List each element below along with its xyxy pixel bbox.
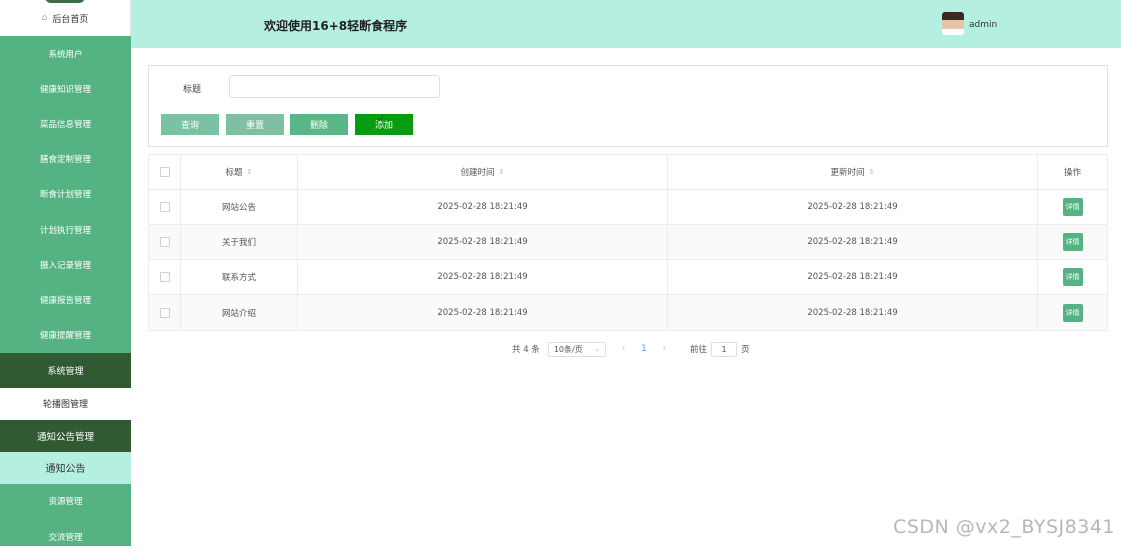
sidebar-item-health-reminders[interactable]: 健康提醒管理 — [0, 318, 131, 353]
next-page-icon[interactable]: › — [663, 344, 666, 354]
detail-button[interactable]: 详情 — [1062, 233, 1083, 251]
title-search-input[interactable] — [229, 75, 440, 98]
sidebar-item-health-knowledge[interactable]: 健康知识管理 — [0, 71, 131, 106]
sidebar-item-notice-management[interactable]: 通知公告管理 — [0, 419, 131, 452]
add-button[interactable]: 添加 — [355, 114, 413, 135]
sidebar-item-notices[interactable]: 通知公告 — [0, 451, 131, 484]
detail-button[interactable]: 详情 — [1062, 268, 1083, 286]
sort-icon[interactable]: ⇕ — [869, 168, 875, 176]
page-size-select[interactable]: 10条/页 ⌄ — [547, 341, 606, 357]
row-checkbox[interactable] — [159, 307, 170, 318]
cell-updated: 2025-02-28 18:21:49 — [668, 190, 1038, 224]
pagination: 共 4 条 10条/页 ⌄ ‹ 1 › 前往 1 页 — [512, 341, 750, 357]
column-header-title[interactable]: 标题 ⇕ — [181, 155, 298, 189]
chevron-down-icon: ⌄ — [593, 345, 600, 353]
sidebar-home-label: 后台首页 — [52, 14, 89, 25]
header: 欢迎使用16+8轻断食程序 admin — [131, 0, 1121, 48]
cell-created: 2025-02-28 18:21:49 — [298, 225, 668, 259]
table-row: 网站介绍 2025-02-28 18:21:49 2025-02-28 18:2… — [149, 295, 1107, 330]
select-all-checkbox[interactable] — [159, 167, 170, 177]
sort-icon[interactable]: ⇕ — [499, 168, 505, 176]
table-row: 联系方式 2025-02-28 18:21:49 2025-02-28 18:2… — [149, 260, 1107, 295]
goto-suffix: 页 — [741, 345, 750, 355]
cell-title: 联系方式 — [181, 260, 298, 294]
table-row: 网站公告 2025-02-28 18:21:49 2025-02-28 18:2… — [149, 190, 1107, 225]
cell-title: 网站介绍 — [181, 295, 298, 330]
sidebar-item-communication[interactable]: 交流管理 — [0, 519, 131, 554]
sidebar-item-dish-info[interactable]: 菜品信息管理 — [0, 106, 131, 141]
pagination-total: 共 4 条 — [512, 345, 540, 355]
row-checkbox[interactable] — [159, 202, 170, 212]
column-header-updated[interactable]: 更新时间 ⇕ — [668, 155, 1038, 189]
sidebar-item-plan-execution[interactable]: 计划执行管理 — [0, 212, 131, 247]
query-button[interactable]: 查询 — [161, 114, 219, 135]
watermark: CSDN @vx2_BYSJ8341 — [893, 516, 1115, 538]
cell-created: 2025-02-28 18:21:49 — [298, 190, 668, 224]
row-checkbox[interactable] — [159, 237, 170, 247]
sidebar-home[interactable]: ⌂ 后台首页 — [0, 0, 131, 36]
cell-title: 网站公告 — [181, 190, 298, 224]
sidebar-item-diet-custom[interactable]: 膳食定制管理 — [0, 142, 131, 177]
detail-button[interactable]: 详情 — [1062, 198, 1083, 216]
cell-title: 关于我们 — [181, 225, 298, 259]
row-checkbox[interactable] — [159, 272, 170, 282]
reset-button[interactable]: 重置 — [226, 114, 284, 135]
goto-page-input[interactable]: 1 — [711, 341, 738, 357]
search-panel: 标题 查询 重置 删除 添加 — [148, 65, 1108, 147]
goto-label: 前往 — [690, 345, 708, 355]
sidebar-item-resources[interactable]: 资源管理 — [0, 484, 131, 519]
username[interactable]: admin — [969, 20, 997, 30]
table-header: 标题 ⇕ 创建时间 ⇕ 更新时间 ⇕ 操作 — [149, 155, 1107, 190]
sidebar-item-system-users[interactable]: 系统用户 — [0, 36, 131, 71]
sidebar-item-intake-records[interactable]: 摄入记录管理 — [0, 247, 131, 282]
detail-button[interactable]: 详情 — [1062, 303, 1083, 322]
sort-icon[interactable]: ⇕ — [247, 168, 253, 176]
column-header-action: 操作 — [1063, 168, 1081, 178]
cell-updated: 2025-02-28 18:21:49 — [668, 295, 1038, 330]
page-title: 欢迎使用16+8轻断食程序 — [264, 19, 408, 33]
cell-created: 2025-02-28 18:21:49 — [298, 260, 668, 294]
logo — [45, 0, 85, 3]
sidebar: ⌂ 后台首页 系统用户 健康知识管理 菜品信息管理 膳食定制管理 断食计划管理 … — [0, 0, 131, 546]
prev-page-icon[interactable]: ‹ — [622, 344, 625, 354]
delete-button[interactable]: 删除 — [290, 114, 348, 135]
sidebar-item-system-management[interactable]: 系统管理 — [0, 352, 131, 388]
cell-updated: 2025-02-28 18:21:49 — [668, 260, 1038, 294]
sidebar-item-carousel[interactable]: 轮播图管理 — [0, 387, 131, 420]
sidebar-item-health-reports[interactable]: 健康报告管理 — [0, 282, 131, 317]
cell-updated: 2025-02-28 18:21:49 — [668, 225, 1038, 259]
column-header-created[interactable]: 创建时间 ⇕ — [298, 155, 668, 189]
table-row: 关于我们 2025-02-28 18:21:49 2025-02-28 18:2… — [149, 225, 1107, 260]
data-table: 标题 ⇕ 创建时间 ⇕ 更新时间 ⇕ 操作 网站公告 2025-02-28 18:21… — [148, 154, 1108, 331]
page-number[interactable]: 1 — [641, 344, 646, 354]
cell-created: 2025-02-28 18:21:49 — [298, 295, 668, 330]
avatar[interactable] — [942, 12, 964, 35]
search-label: 标题 — [183, 85, 202, 95]
sidebar-item-fasting-plan[interactable]: 断食计划管理 — [0, 177, 131, 212]
home-icon: ⌂ — [41, 13, 48, 23]
